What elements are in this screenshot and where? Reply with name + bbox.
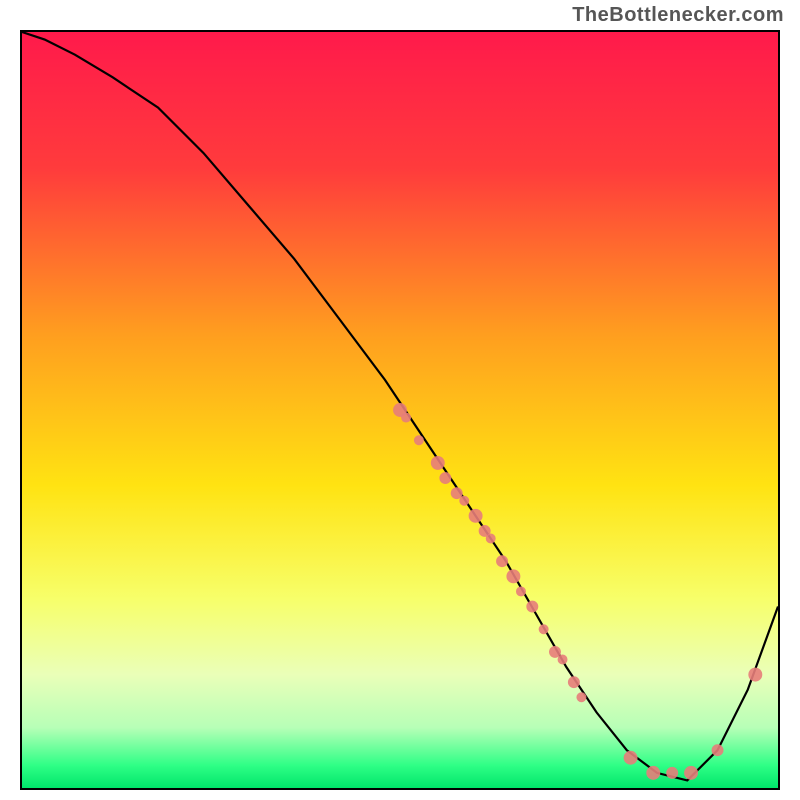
data-marker [516,586,526,596]
chart-area [20,30,780,790]
data-marker [624,751,638,765]
data-marker [646,766,660,780]
data-marker [684,766,698,780]
data-marker [576,692,586,702]
data-marker [496,555,508,567]
attribution-text: TheBottlenecker.com [572,4,784,27]
data-marker [431,456,445,470]
data-marker [539,624,549,634]
data-marker [459,496,469,506]
data-marker [439,472,451,484]
data-marker [469,509,483,523]
data-marker [666,767,678,779]
data-marker [414,435,424,445]
data-marker [526,601,538,613]
data-marker [401,413,411,423]
markers-group [393,403,762,780]
data-marker [486,534,496,544]
data-marker [558,655,568,665]
data-marker [748,668,762,682]
data-marker [506,569,520,583]
data-marker [712,744,724,756]
data-marker [568,676,580,688]
